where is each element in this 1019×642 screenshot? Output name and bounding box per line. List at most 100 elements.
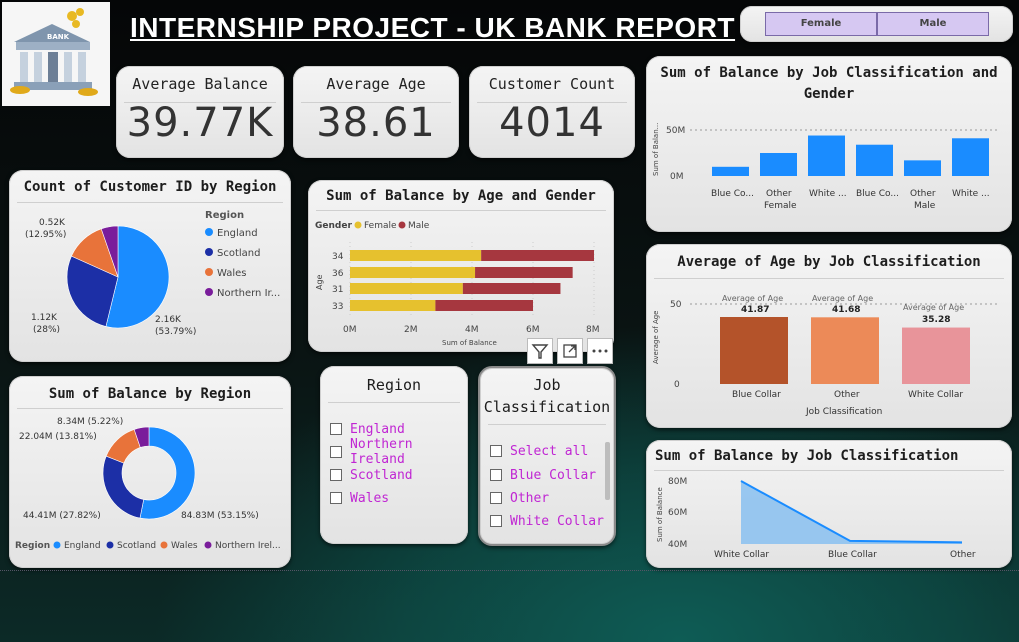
checkbox[interactable] bbox=[490, 492, 502, 504]
legend-marker bbox=[354, 221, 362, 229]
job-option-white-collar[interactable]: White Collar bbox=[490, 511, 604, 531]
option-label: Blue Collar bbox=[510, 467, 597, 483]
checkbox[interactable] bbox=[330, 423, 342, 435]
bar[interactable] bbox=[808, 135, 845, 176]
job-option-other[interactable]: Other bbox=[490, 488, 549, 508]
legend-item[interactable]: England bbox=[64, 541, 101, 551]
slicer-scrollbar[interactable] bbox=[605, 442, 610, 500]
donut-chart[interactable] bbox=[102, 426, 196, 520]
data-label: 22.04M (13.81%) bbox=[19, 432, 97, 442]
label-prefix: Average of Age bbox=[903, 303, 964, 312]
checkbox[interactable] bbox=[330, 492, 342, 504]
page-title: INTERNSHIP PROJECT - UK BANK REPORT bbox=[130, 12, 736, 43]
bar[interactable] bbox=[902, 327, 970, 384]
region-option-wales[interactable]: Wales bbox=[330, 488, 389, 508]
option-label: Wales bbox=[350, 490, 390, 506]
stacked-bar-chart[interactable]: 34 36 31 33 bbox=[332, 242, 595, 318]
clustered-bar-chart[interactable] bbox=[712, 135, 989, 176]
legend-item[interactable]: Wales bbox=[217, 268, 247, 279]
bar-male[interactable] bbox=[481, 250, 594, 261]
slicer-title: Job bbox=[533, 376, 561, 394]
y-tick[interactable]: 33 bbox=[332, 302, 343, 312]
legend-item[interactable]: Northern Ir... bbox=[217, 288, 280, 299]
legend-item[interactable]: Male bbox=[408, 221, 430, 231]
bar[interactable] bbox=[904, 160, 941, 176]
bar-female[interactable] bbox=[350, 283, 463, 294]
x-tick: 6M bbox=[526, 325, 540, 335]
pie-slice[interactable] bbox=[105, 429, 141, 464]
x-tick: Other bbox=[766, 189, 792, 199]
legend-title: Gender bbox=[315, 221, 352, 231]
legend-item[interactable]: Scotland bbox=[117, 541, 156, 551]
more-options-icon[interactable] bbox=[587, 338, 613, 364]
area-chart[interactable] bbox=[740, 480, 963, 544]
kpi-value: 39.77K bbox=[126, 100, 274, 146]
checkbox[interactable] bbox=[490, 515, 502, 527]
focus-mode-icon[interactable] bbox=[557, 338, 583, 364]
region-option-scotland[interactable]: Scotland bbox=[330, 465, 413, 485]
x-tick: 4M bbox=[465, 325, 479, 335]
bar-female[interactable] bbox=[350, 300, 436, 311]
region-option-northern-ireland[interactable]: Northern Ireland bbox=[330, 437, 468, 467]
checkbox[interactable] bbox=[490, 445, 502, 457]
bank-logo: BANK bbox=[2, 2, 110, 106]
y-tick[interactable]: 31 bbox=[332, 285, 343, 295]
bar-female[interactable] bbox=[350, 267, 476, 278]
pie-chart[interactable] bbox=[66, 225, 170, 329]
pie-slice[interactable] bbox=[102, 455, 145, 519]
legend-marker bbox=[205, 248, 213, 256]
legend-marker bbox=[398, 221, 406, 229]
bar-male[interactable] bbox=[462, 283, 561, 294]
data-label: 41.87 bbox=[741, 305, 769, 315]
region-option-england[interactable]: England bbox=[330, 419, 405, 439]
y-tick: 40M bbox=[668, 540, 687, 550]
y-tick: 0M bbox=[670, 172, 684, 182]
bar-male[interactable] bbox=[435, 300, 533, 311]
bar-male[interactable] bbox=[475, 267, 573, 278]
y-axis-title: Sum of Balance bbox=[656, 487, 664, 542]
checkbox[interactable] bbox=[330, 469, 342, 481]
bar-chart[interactable] bbox=[720, 317, 970, 384]
job-classification-slicer: Job Classification Select all Blue Colla… bbox=[478, 366, 616, 546]
x-tick: Other bbox=[950, 550, 976, 560]
y-axis-title: Age bbox=[315, 274, 324, 290]
data-label: 0.52K bbox=[39, 218, 66, 228]
x-axis-title: Sum of Balance bbox=[442, 339, 497, 347]
y-tick[interactable]: 34 bbox=[332, 252, 344, 262]
job-option-blue-collar[interactable]: Blue Collar bbox=[490, 465, 596, 485]
legend-item[interactable]: Northern Irel... bbox=[215, 541, 281, 551]
kpi-customer-count: Customer Count 4014 bbox=[469, 66, 635, 158]
slicer-title: Classification bbox=[483, 398, 611, 416]
data-label: 35.28 bbox=[922, 315, 950, 325]
checkbox[interactable] bbox=[330, 446, 342, 458]
legend-item[interactable]: Wales bbox=[171, 541, 198, 551]
checkbox[interactable] bbox=[490, 469, 502, 481]
gender-chip-male[interactable]: Male bbox=[877, 12, 989, 36]
bar[interactable] bbox=[952, 138, 989, 176]
y-tick[interactable]: 36 bbox=[332, 269, 344, 279]
legend-title: Region bbox=[15, 541, 50, 551]
bar[interactable] bbox=[720, 317, 788, 384]
data-label: (28%) bbox=[33, 325, 60, 335]
kpi-label: Customer Count bbox=[488, 75, 616, 93]
avg-age-job-card: Average of Age by Job Classification Ave… bbox=[646, 244, 1012, 428]
logo-text: BANK bbox=[47, 33, 70, 41]
legend-item[interactable]: Female bbox=[364, 221, 397, 231]
legend-item[interactable]: Scotland bbox=[217, 248, 260, 259]
legend-item[interactable]: England bbox=[217, 228, 258, 239]
bar-female[interactable] bbox=[350, 250, 482, 261]
y-axis-title: Average of Age bbox=[652, 311, 660, 364]
data-label: 1.12K bbox=[31, 313, 58, 323]
job-option-select-all[interactable]: Select all bbox=[490, 441, 588, 461]
y-tick: 50M bbox=[666, 126, 685, 136]
bar[interactable] bbox=[760, 153, 797, 176]
area-fill[interactable] bbox=[741, 481, 962, 544]
bar[interactable] bbox=[712, 166, 749, 176]
bar[interactable] bbox=[856, 144, 893, 176]
gender-chip-female[interactable]: Female bbox=[765, 12, 877, 36]
y-axis-title: Sum of Balan... bbox=[652, 123, 660, 176]
y-tick: 80M bbox=[668, 477, 687, 487]
x-tick: Blue Co... bbox=[856, 189, 899, 199]
bar[interactable] bbox=[811, 317, 879, 384]
filter-icon[interactable] bbox=[527, 338, 553, 364]
